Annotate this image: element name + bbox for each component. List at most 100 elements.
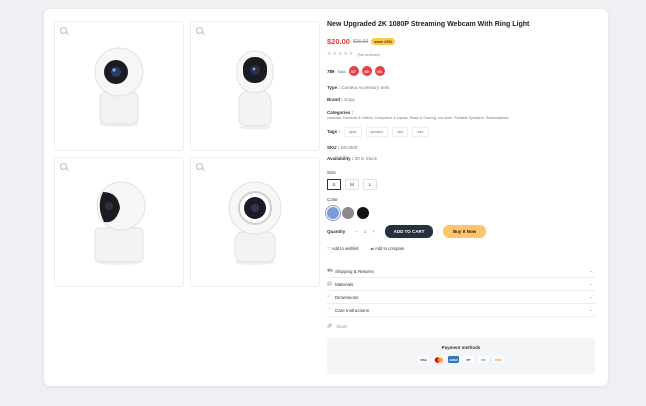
save-badge: save 23% [371, 38, 396, 45]
product-gallery [54, 21, 320, 287]
sku-label: SKU : [327, 145, 340, 150]
amex-icon: AMEX [448, 356, 459, 363]
layers-icon: ▤ [327, 281, 332, 287]
paypal-icon: PP [463, 356, 474, 363]
compare-label: Add to compare [374, 246, 405, 251]
tag-item[interactable]: apps [343, 127, 362, 137]
size-option-m[interactable]: M [345, 179, 359, 190]
zoom-icon[interactable] [60, 27, 67, 34]
price: $20.00 [327, 37, 350, 46]
tag-item[interactable]: speaker [365, 127, 388, 137]
countdown-minutes: 00 [361, 66, 372, 76]
chevron-down-icon: ⌄ [589, 268, 593, 273]
product-image-3[interactable] [54, 157, 184, 287]
categories-label: Categories : [327, 110, 354, 115]
wishlist-label: Add to wishlist [331, 246, 359, 251]
wishlist-link[interactable]: ♡ Add to wishlist [327, 246, 358, 251]
camera-image [94, 47, 144, 127]
product-image-4[interactable] [190, 157, 320, 287]
secondary-actions: ♡ Add to wishlist ⇄ Add to compare [327, 246, 595, 251]
categories-value[interactable]: cameras, Cameras & Videos, Computers & L… [327, 116, 509, 120]
plus-icon[interactable]: + [372, 229, 375, 234]
camera-image [94, 181, 146, 265]
size-option-l[interactable]: L [363, 179, 377, 190]
availability-value: 30 in Stock [354, 156, 377, 161]
tags-row: Tags : apps speaker vice wire [327, 127, 595, 137]
tag-item[interactable]: wire [412, 127, 429, 137]
zoom-icon[interactable] [196, 163, 203, 170]
type-value[interactable]: Camera Accessory Sets [341, 85, 389, 90]
share-link[interactable]: 🔗 Share [327, 323, 595, 329]
accordion-care[interactable]: ♡ Care Instructions ⌄ [327, 304, 595, 317]
visa-icon: VISA [418, 356, 429, 363]
color-swatch-blue[interactable] [327, 207, 339, 219]
accordion-materials[interactable]: ▤ Materials ⌄ [327, 278, 595, 291]
tag-item[interactable]: vice [391, 127, 409, 137]
diners-icon: DC [478, 356, 489, 363]
quantity-row: Quantity − 1 + ADD TO CART Buy It Now [327, 225, 595, 238]
type-label: Type : [327, 85, 340, 90]
availability-label: Availability : [327, 156, 354, 161]
tags-label: Tags : [327, 129, 340, 134]
size-label: Size [327, 170, 336, 175]
payment-icons: VISA AMEX PP DC DISC [327, 356, 595, 363]
product-card: New Upgraded 2K 1080P Streaming Webcam W… [44, 9, 608, 386]
minus-icon[interactable]: − [355, 229, 358, 234]
payment-methods: Payment methods VISA AMEX PP DC DISC [327, 338, 595, 374]
chevron-down-icon: ⌄ [589, 281, 593, 286]
sku-row: SKU : SKU000 [327, 145, 595, 151]
camera-image [228, 181, 282, 265]
mastercard-icon [433, 356, 444, 363]
color-label: Color [327, 197, 338, 202]
ruler-icon: ⟋ [327, 294, 331, 300]
product-accordion: ⛟ Shipping & Returns ⌄ ▤ Materials ⌄ ⟋ D… [327, 265, 595, 317]
availability-row: Availability : 30 in Stock [327, 156, 595, 162]
price-row: $20.00 $26.00 save 23% [327, 37, 595, 46]
quantity-label: Quantity [327, 228, 346, 234]
old-price: $26.00 [352, 38, 369, 45]
accordion-shipping[interactable]: ⛟ Shipping & Returns ⌄ [327, 265, 595, 278]
sold-row: 789 Sold 07 00 06 [327, 66, 595, 76]
truck-icon: ⛟ [327, 267, 334, 274]
countdown-seconds: 06 [374, 66, 385, 76]
sold-count: 789 [327, 68, 335, 74]
categories-list: cameras, Cameras & Videos, Computers & L… [327, 116, 595, 121]
quantity-value[interactable]: 1 [364, 229, 367, 234]
color-options [327, 207, 595, 219]
brand-row: Brand : Gopy [327, 97, 595, 103]
size-options: S M L [327, 179, 595, 190]
accordion-label: Dimensions [335, 294, 359, 300]
product-title: New Upgraded 2K 1080P Streaming Webcam W… [327, 21, 530, 28]
share-label: Share [336, 323, 348, 329]
buy-now-button[interactable]: Buy It Now [443, 225, 487, 238]
accordion-label: Care Instructions [335, 307, 370, 313]
product-info: New Upgraded 2K 1080P Streaming Webcam W… [327, 20, 595, 374]
brand-value[interactable]: Gopy [344, 97, 355, 102]
type-row: Type : Camera Accessory Sets [327, 85, 595, 91]
zoom-icon[interactable] [196, 27, 203, 34]
brand-label: Brand : [327, 97, 343, 102]
discover-icon: DISC [493, 356, 504, 363]
sold-label: Sold [337, 68, 346, 74]
stars-icon: ★★★★★ [327, 51, 355, 57]
compare-link[interactable]: ⇄ Add to compare [370, 246, 404, 251]
color-swatch-gray[interactable] [342, 207, 354, 219]
chevron-down-icon: ⌄ [589, 307, 593, 312]
reviews-count[interactable]: (No reviews) [357, 52, 379, 57]
accordion-label: Materials [335, 281, 354, 287]
camera-image [236, 50, 274, 130]
accordion-dimensions[interactable]: ⟋ Dimensions ⌄ [327, 291, 595, 304]
product-image-2[interactable] [190, 21, 320, 151]
rating-row: ★★★★★ (No reviews) [327, 51, 595, 57]
countdown-hours: 07 [348, 66, 359, 76]
add-to-cart-button[interactable]: ADD TO CART [385, 225, 434, 238]
chevron-down-icon: ⌄ [589, 294, 593, 299]
zoom-icon[interactable] [60, 163, 67, 170]
accordion-label: Shipping & Returns [335, 268, 374, 274]
heart-icon: ♡ [327, 307, 332, 313]
quantity-stepper[interactable]: − 1 + [355, 229, 375, 234]
product-image-1[interactable] [54, 21, 184, 151]
sku-value: SKU000 [340, 145, 358, 150]
color-swatch-black[interactable] [357, 207, 369, 219]
size-option-s[interactable]: S [327, 179, 341, 190]
